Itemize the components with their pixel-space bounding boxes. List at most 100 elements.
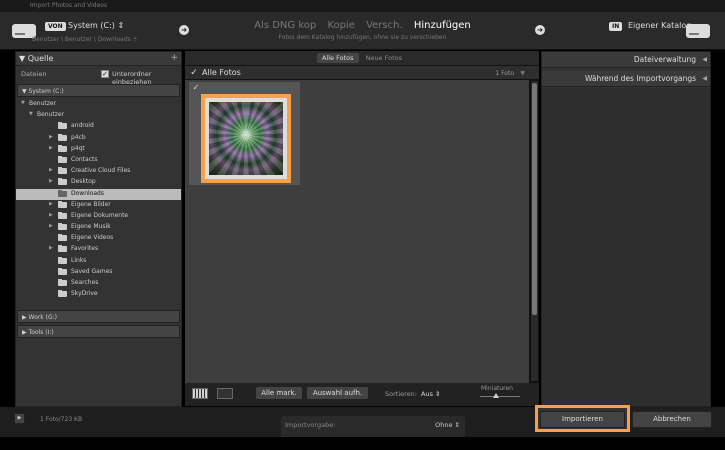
loupe-view-icon[interactable] xyxy=(217,388,233,399)
folder-item[interactable]: Downloads xyxy=(16,188,181,200)
folder-icon xyxy=(58,178,67,186)
mode-copy[interactable]: Kopie xyxy=(327,20,354,31)
volume-system[interactable]: ▼ System (C:) xyxy=(17,84,180,97)
folder-name: Benutzer xyxy=(37,111,65,119)
collapsed-triangle-icon: ▶ xyxy=(22,329,27,337)
folder-name: Links xyxy=(71,256,87,264)
collapse-triangle-icon: ▼ xyxy=(19,54,26,63)
collapsed-triangle-icon[interactable]: ▶ xyxy=(49,167,53,173)
folder-item[interactable]: ▶ Eigene Dokumente xyxy=(16,211,181,222)
folder-icon xyxy=(58,189,67,197)
collapsed-triangle-icon[interactable]: ▶ xyxy=(49,178,53,184)
collapsed-triangle-icon[interactable]: ▶ xyxy=(49,223,53,229)
section-during-import[interactable]: Während des Importvorgangs ◀ xyxy=(542,71,710,87)
folder-icon xyxy=(58,245,67,253)
folder-name: Saved Games xyxy=(71,267,113,275)
section-title: Während des Importvorgangs xyxy=(584,74,696,83)
folder-item[interactable]: SkyDrive xyxy=(16,289,181,300)
volume-work[interactable]: ▶ Work (G:) xyxy=(17,310,180,324)
folder-name: Benutzer xyxy=(29,100,57,107)
tab-all-photos[interactable]: Alle Fotos xyxy=(316,53,359,63)
cancel-button[interactable]: Abbrechen xyxy=(632,411,712,428)
section-file-handling[interactable]: Dateiverwaltung ◀ xyxy=(542,52,710,68)
import-button[interactable]: Importieren xyxy=(540,411,625,428)
folder-icon xyxy=(58,279,67,286)
folder-name: Desktop xyxy=(71,178,96,186)
top-bar: VON System (C:) ⇕ Benutzer \ Benutzer \ … xyxy=(0,12,725,50)
succulent-thumbnail[interactable] xyxy=(209,102,283,175)
folder-item[interactable]: Contacts xyxy=(16,155,181,166)
folder-item[interactable]: ▼ Benutzer xyxy=(16,110,181,121)
collapse-triangle-icon: ◀ xyxy=(702,56,707,63)
dropdown-triangle-icon[interactable]: ▼ xyxy=(520,70,525,77)
preset-label: Importvorgabe: xyxy=(285,421,336,429)
expanded-triangle-icon[interactable]: ▼ xyxy=(29,111,33,117)
sort-label: Sortieren: xyxy=(385,390,417,398)
folder-icon xyxy=(58,167,67,175)
folder-item[interactable]: ▶ p4qt xyxy=(16,144,181,155)
mode-add[interactable]: Hinzufügen xyxy=(414,20,471,31)
sort-select[interactable]: Aus ⇕ xyxy=(421,390,440,398)
grid-view-icon[interactable] xyxy=(192,388,208,399)
photo-checkbox[interactable]: ✓ xyxy=(192,84,200,92)
folder-item[interactable]: ▶ Creative Cloud Files xyxy=(16,166,181,177)
options-empty-area xyxy=(542,88,710,406)
scrollbar-thumb[interactable] xyxy=(532,83,537,315)
folder-tree: ▼ Benutzer ▼ Benutzer android ▶ p4cb ▶ p4qt Conta… xyxy=(16,99,181,300)
folder-name: Contacts xyxy=(71,155,98,163)
folder-item[interactable]: ▶ Eigene Bilder xyxy=(16,200,181,211)
folder-item[interactable]: ▶ Desktop xyxy=(16,177,181,188)
expanded-triangle-icon[interactable]: ▼ xyxy=(21,100,25,106)
slider-knob[interactable] xyxy=(493,393,499,398)
expand-toggle-button[interactable]: ▶ xyxy=(14,413,25,424)
collapsed-triangle-icon[interactable]: ▶ xyxy=(49,134,53,140)
folder-icon xyxy=(58,223,67,231)
folder-icon xyxy=(58,133,67,141)
grid-header-title: Alle Fotos xyxy=(202,68,241,77)
folder-item[interactable]: Saved Games xyxy=(16,267,181,278)
tab-new-photos[interactable]: Neue Fotos xyxy=(361,53,407,63)
folder-icon xyxy=(58,211,67,219)
collapsed-triangle-icon[interactable]: ▶ xyxy=(49,201,53,207)
subfolders-checkbox[interactable]: ✓ xyxy=(101,70,109,78)
folder-name: Downloads xyxy=(71,189,104,197)
folder-name: Eigene Dokumente xyxy=(71,211,129,219)
volume-tools[interactable]: ▶ Tools (I:) xyxy=(17,325,180,339)
folder-item[interactable]: Links xyxy=(16,256,181,267)
status-text: 1 Foto/723 KB xyxy=(40,416,83,423)
mode-move[interactable]: Versch. xyxy=(366,20,403,31)
collapsed-triangle-icon[interactable]: ▶ xyxy=(49,212,53,218)
grid-scrollbar[interactable] xyxy=(531,81,538,381)
collapsed-triangle-icon[interactable]: ▶ xyxy=(49,145,53,151)
folder-name: Eigene Videos xyxy=(71,234,114,242)
folder-name: Favorites xyxy=(71,245,99,253)
folder-name: SkyDrive xyxy=(71,290,98,298)
thumbnail-size-slider[interactable] xyxy=(480,393,520,398)
mode-dng[interactable]: Als DNG kop xyxy=(254,20,316,31)
destination-drive-icon[interactable] xyxy=(686,24,710,38)
folder-item[interactable]: Eigene Videos xyxy=(16,233,181,244)
add-source-icon[interactable]: + xyxy=(170,53,178,63)
folder-icon xyxy=(58,200,67,208)
source-panel-header[interactable]: ▼ Quelle + xyxy=(16,52,181,66)
source-panel: ▼ Quelle + Dateien ✓ Unterordner einbezi… xyxy=(15,51,182,407)
destination-name: Eigener Katalog xyxy=(628,21,692,30)
photo-grid: ✓ xyxy=(185,80,529,383)
folder-item[interactable]: android xyxy=(16,121,181,132)
folder-item[interactable]: ▶ Favorites xyxy=(16,244,181,255)
preset-select[interactable]: Ohne ⇕ xyxy=(435,421,460,429)
volume-label: System (C:) xyxy=(28,88,64,95)
photo-cell[interactable]: ✓ xyxy=(189,82,300,185)
folder-name: android xyxy=(71,122,94,130)
photo-grid-panel: Alle Fotos Neue Fotos ✓ Alle Fotos 1 Fot… xyxy=(185,51,539,406)
folder-icon xyxy=(58,234,67,242)
select-all-checkbox[interactable]: ✓ xyxy=(190,69,198,78)
collapsed-triangle-icon[interactable]: ▶ xyxy=(49,245,53,251)
folder-item[interactable]: ▶ Eigene Musik xyxy=(16,222,181,233)
uncheck-all-button[interactable]: Auswahl aufh. xyxy=(306,386,369,400)
folder-item[interactable]: ▶ p4cb xyxy=(16,133,181,144)
folder-item[interactable]: Searches xyxy=(16,278,181,289)
check-all-button[interactable]: Alle mark. xyxy=(255,386,303,400)
files-row: Dateien ✓ Unterordner einbeziehen xyxy=(16,66,181,86)
folder-item[interactable]: ▼ Benutzer xyxy=(16,99,181,110)
